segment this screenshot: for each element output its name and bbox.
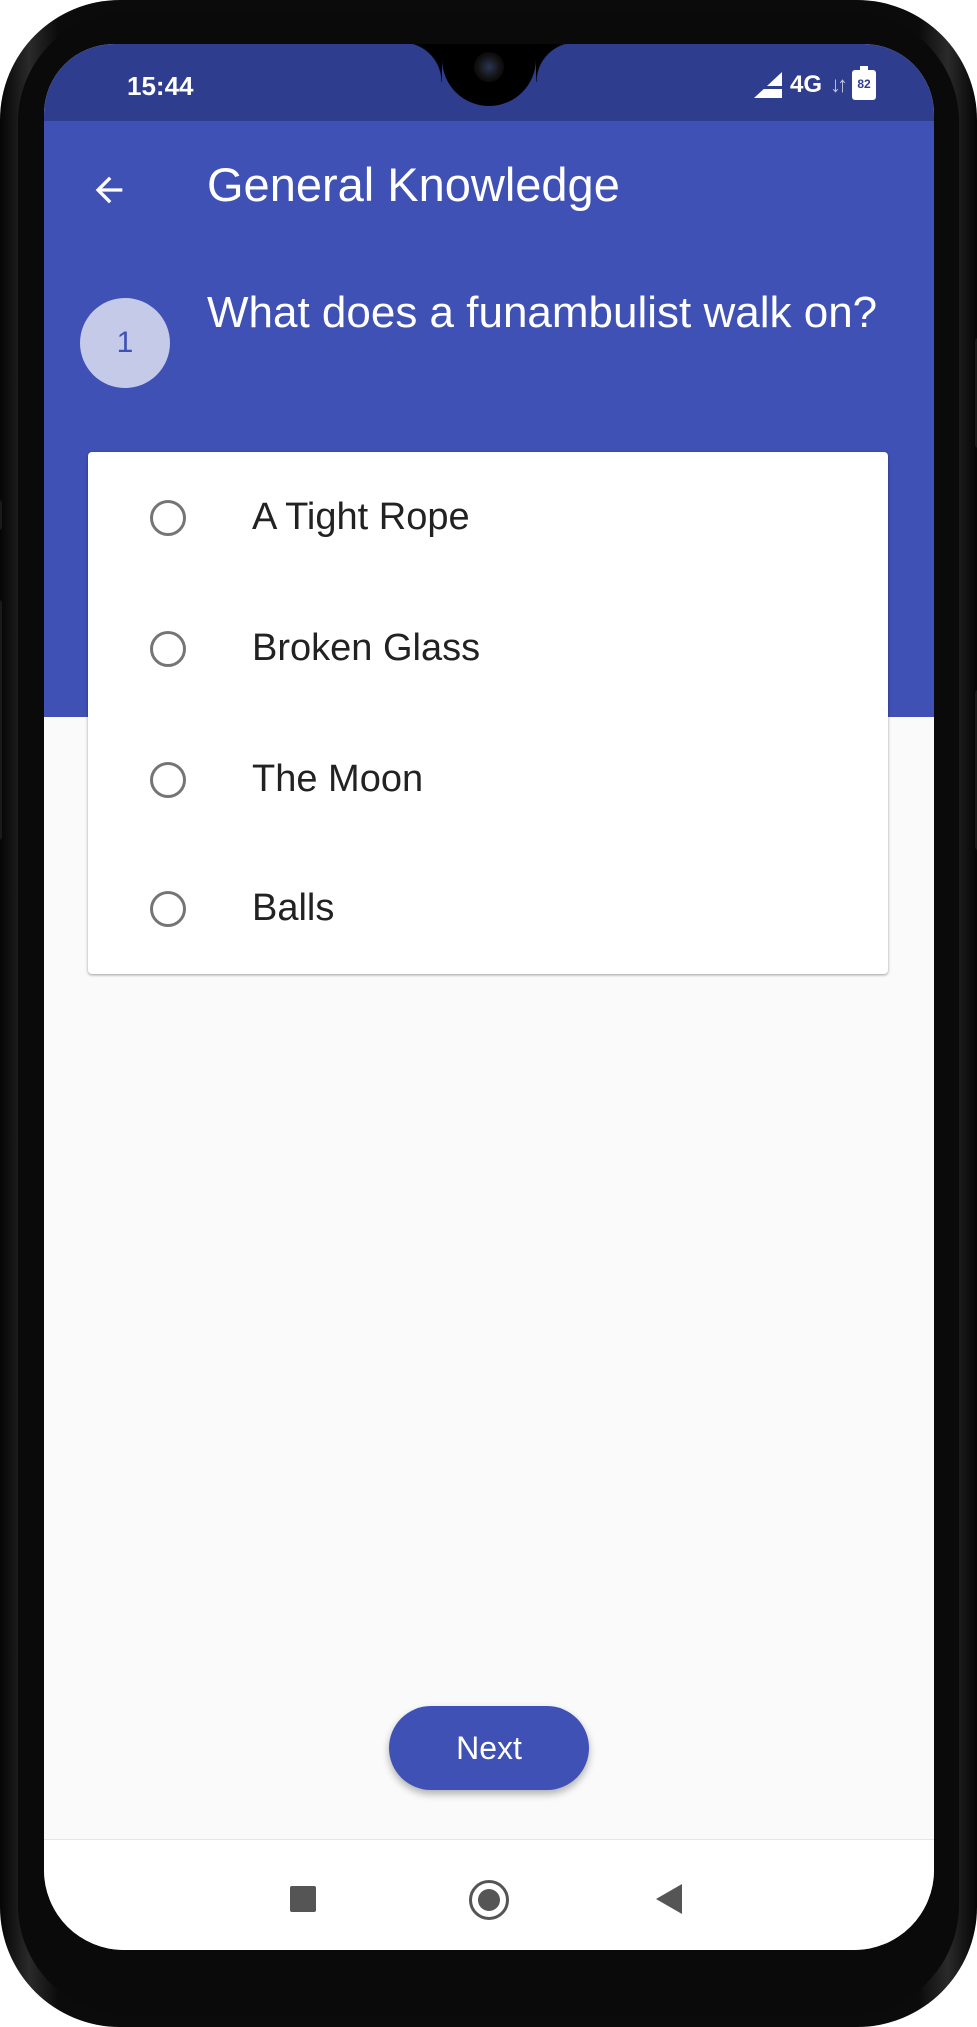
arrow-left-icon (95, 176, 123, 204)
answer-option-label: The Moon (252, 758, 424, 800)
answer-option[interactable]: Broken Glass (88, 583, 888, 714)
answer-option[interactable]: Balls (88, 843, 888, 974)
answer-option-label: Broken Glass (252, 627, 481, 669)
home-icon[interactable] (469, 1880, 509, 1920)
answer-options-card: A Tight Rope Broken Glass The Moon Balls (88, 452, 888, 974)
radio-unchecked-icon[interactable] (150, 890, 186, 927)
side-button (0, 600, 2, 840)
battery-icon: 82 (852, 66, 876, 100)
recents-icon[interactable] (290, 1886, 316, 1912)
front-camera-icon (474, 52, 504, 82)
radio-unchecked-icon[interactable] (150, 761, 186, 798)
next-button[interactable]: Next (389, 1706, 589, 1790)
screen: 15:44 4G ↓↑ 82 General Knowledge 1 What … (44, 44, 934, 1950)
side-button (0, 500, 2, 530)
question-number-badge: 1 (80, 298, 170, 388)
data-activity-icon: ↓↑ (830, 72, 848, 97)
status-indicators: 4G ↓↑ 82 (752, 66, 876, 100)
back-triangle-icon[interactable] (656, 1884, 682, 1914)
system-navigation-bar (44, 1839, 934, 1950)
page-title: General Knowledge (207, 158, 620, 211)
answer-option-label: Balls (252, 887, 335, 929)
camera-notch (402, 44, 576, 106)
status-bar: 15:44 4G ↓↑ 82 (44, 44, 934, 121)
question-text: What does a funambulist walk on? (207, 288, 878, 337)
back-button[interactable] (80, 161, 138, 219)
answer-option-label: A Tight Rope (252, 496, 470, 538)
radio-unchecked-icon[interactable] (150, 499, 186, 536)
battery-level: 82 (857, 77, 871, 91)
network-type: 4G (789, 71, 822, 98)
answer-option[interactable]: A Tight Rope (88, 452, 888, 583)
status-time: 15:44 (127, 71, 194, 101)
phone-frame: 15:44 4G ↓↑ 82 General Knowledge 1 What … (0, 0, 977, 2027)
answer-option[interactable]: The Moon (88, 714, 888, 845)
radio-unchecked-icon[interactable] (150, 630, 186, 667)
signal-icon (752, 70, 782, 100)
